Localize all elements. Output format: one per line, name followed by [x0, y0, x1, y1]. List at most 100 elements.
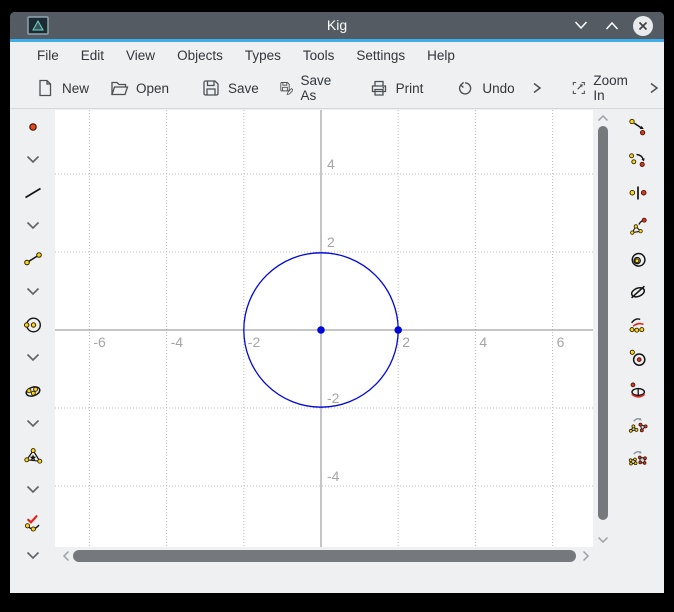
- menu-settings[interactable]: Settings: [345, 44, 416, 67]
- test-tools-expander[interactable]: [26, 539, 40, 572]
- chevron-down-icon: [26, 419, 40, 428]
- horizontal-scrollbar-thumb[interactable]: [73, 550, 576, 562]
- conic-tools-expander[interactable]: [26, 407, 40, 440]
- similitude-tool-button[interactable]: [628, 407, 648, 440]
- test-tool-button[interactable]: [23, 506, 43, 539]
- print-button[interactable]: Print: [359, 71, 434, 105]
- segment-icon: [23, 249, 43, 269]
- chevron-left-icon: [62, 550, 70, 562]
- undo-button[interactable]: Undo: [445, 71, 524, 105]
- polygon-tools-expander[interactable]: [26, 473, 40, 506]
- circle-center-point-icon: [628, 348, 648, 368]
- open-folder-icon: [109, 78, 129, 98]
- menu-edit[interactable]: Edit: [70, 44, 115, 67]
- svg-text:-4: -4: [327, 468, 340, 484]
- line-icon: [23, 183, 43, 203]
- minimize-button[interactable]: [570, 15, 592, 37]
- chevron-down-icon: [26, 551, 40, 560]
- chevron-down-icon: [26, 485, 40, 494]
- conic-tool-button[interactable]: [23, 374, 43, 407]
- vertical-scrollbar-thumb[interactable]: [598, 126, 608, 520]
- undo-more-button[interactable]: [525, 74, 549, 102]
- scale-icon: [628, 216, 648, 236]
- save-as-icon: [279, 78, 294, 98]
- close-button[interactable]: [632, 15, 654, 37]
- circle-center-point-tool-button[interactable]: [628, 341, 648, 374]
- translate-icon: [628, 117, 648, 137]
- point-tools-expander[interactable]: [26, 143, 40, 176]
- crossed-ellipse-icon: [628, 282, 648, 302]
- line-tools-expander[interactable]: [26, 209, 40, 242]
- geometry-canvas[interactable]: -6-4-224642-2-4: [55, 110, 593, 547]
- maximize-button[interactable]: [601, 15, 623, 37]
- zoom-in-button[interactable]: Zoom In: [561, 66, 643, 110]
- svg-text:4: 4: [327, 156, 335, 172]
- chevron-down-icon: [26, 221, 40, 230]
- geometry-svg[interactable]: -6-4-224642-2-4: [55, 110, 593, 547]
- save-icon: [201, 78, 221, 98]
- svg-text:-2: -2: [327, 390, 340, 406]
- conic-icon: [23, 381, 43, 401]
- rotate-tool-button[interactable]: [628, 143, 648, 176]
- menu-file[interactable]: File: [26, 44, 70, 67]
- new-button[interactable]: New: [25, 71, 99, 105]
- projectivity-tool-button[interactable]: [628, 440, 648, 473]
- menubar: File Edit View Objects Types Tools Setti…: [10, 42, 664, 68]
- new-document-icon: [35, 78, 55, 98]
- zoom-more-button[interactable]: [642, 74, 666, 102]
- scroll-right-button[interactable]: [579, 549, 592, 563]
- save-as-button[interactable]: Save As: [269, 66, 347, 110]
- similitude-icon: [628, 414, 648, 434]
- save-as-label: Save As: [300, 73, 336, 103]
- horizontal-scrollbar[interactable]: [57, 549, 594, 563]
- chevron-up-icon: [604, 20, 620, 31]
- save-button[interactable]: Save: [191, 71, 269, 105]
- titlebar[interactable]: Kig: [10, 12, 664, 39]
- vertical-scrollbar[interactable]: [594, 110, 612, 547]
- polygon-icon: [23, 447, 43, 467]
- print-label: Print: [396, 81, 424, 96]
- scroll-up-button[interactable]: [594, 111, 612, 124]
- chevron-right-icon: [582, 550, 590, 562]
- point-tool-button[interactable]: [23, 110, 43, 143]
- open-button[interactable]: Open: [99, 71, 179, 105]
- conic-arc-tool-button[interactable]: [628, 374, 648, 407]
- zoom-in-icon: [571, 78, 587, 98]
- conic-arc-icon: [628, 381, 648, 401]
- scale-tool-button[interactable]: [628, 209, 648, 242]
- menu-types[interactable]: Types: [234, 44, 292, 67]
- window-title: Kig: [10, 12, 664, 39]
- chevron-down-icon: [26, 353, 40, 362]
- toolbar: New Open Save Save A: [10, 68, 664, 109]
- svg-text:2: 2: [327, 234, 335, 250]
- svg-text:-6: -6: [93, 334, 106, 350]
- point-reflection-tool-button[interactable]: [628, 176, 648, 209]
- scroll-down-button[interactable]: [594, 533, 612, 546]
- menu-help[interactable]: Help: [416, 44, 466, 67]
- projective-transform-icon: [628, 447, 648, 467]
- close-icon: [632, 15, 654, 37]
- line-tool-button[interactable]: [23, 176, 43, 209]
- chevron-right-icon: [648, 81, 660, 95]
- segment-tools-expander[interactable]: [26, 275, 40, 308]
- inversion-tool-button[interactable]: [628, 242, 648, 275]
- polygon-tool-button[interactable]: [23, 440, 43, 473]
- new-label: New: [62, 81, 89, 96]
- arc-icon: [628, 315, 648, 335]
- menu-tools[interactable]: Tools: [292, 44, 346, 67]
- segment-tool-button[interactable]: [23, 242, 43, 275]
- circle-tools-expander[interactable]: [26, 341, 40, 374]
- menu-view[interactable]: View: [115, 44, 166, 67]
- chevron-down-icon: [573, 20, 589, 31]
- circle-tool-button[interactable]: [23, 308, 43, 341]
- affinity-tool-button[interactable]: [628, 275, 648, 308]
- window-controls: [570, 12, 654, 39]
- rotate-icon: [628, 150, 648, 170]
- test-check-icon: [23, 513, 43, 533]
- arc-tool-button[interactable]: [628, 308, 648, 341]
- undo-label: Undo: [482, 81, 514, 96]
- translate-tool-button[interactable]: [628, 110, 648, 143]
- menu-objects[interactable]: Objects: [166, 44, 234, 67]
- scroll-left-button[interactable]: [59, 549, 72, 563]
- kig-window: Kig File Edit View Objects Types Tools S…: [10, 12, 664, 593]
